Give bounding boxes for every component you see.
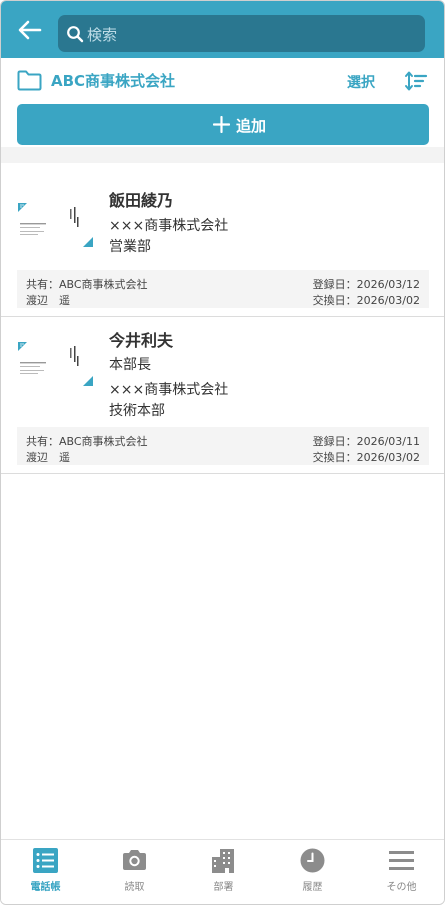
nav-label: 履歴 <box>302 882 323 893</box>
search-icon <box>67 26 84 43</box>
contact-card[interactable]: 飯田綾乃 ×××商事株式会社 営業部 共有：ABC商事株式会社 渡辺 遥 登録日… <box>1 163 444 317</box>
contact-title: 本部長 <box>109 357 151 373</box>
back-arrow-icon[interactable] <box>15 15 45 45</box>
app-frame: 検索 ABC商事株式会社 選択 追加 飯田綾乃 ×××商事株式会社 営業部 共有… <box>0 0 445 905</box>
nav-scan[interactable]: 読取 <box>90 840 179 904</box>
search-input[interactable]: 検索 <box>58 15 425 52</box>
contact-department: 営業部 <box>109 239 151 255</box>
clock-icon <box>300 848 325 873</box>
folder-row: ABC商事株式会社 選択 <box>1 58 444 102</box>
card-meta: 共有：ABC商事株式会社 渡辺 遥 登録日：2026/03/12 交換日：202… <box>17 270 429 308</box>
exchanged-date: 交換日：2026/03/02 <box>312 294 420 307</box>
contact-department: 技術本部 <box>109 403 165 419</box>
contact-company: ×××商事株式会社 <box>109 218 229 234</box>
contact-name: 飯田綾乃 <box>109 191 174 210</box>
nav-history[interactable]: 履歴 <box>268 840 357 904</box>
nav-label: 部署 <box>213 882 234 893</box>
business-card-thumbnail <box>17 340 95 388</box>
nav-label: 読取 <box>124 882 145 893</box>
shared-label: 共有：ABC商事株式会社 <box>26 278 148 291</box>
select-button[interactable]: 選択 <box>347 72 375 92</box>
section-divider <box>1 147 444 163</box>
owner-name: 渡辺 遥 <box>26 294 70 307</box>
folder-icon <box>17 70 42 91</box>
business-card-thumbnail <box>17 201 95 249</box>
phonebook-icon <box>33 848 58 873</box>
owner-name: 渡辺 遥 <box>26 451 70 464</box>
registered-date: 登録日：2026/03/12 <box>312 278 420 291</box>
menu-icon <box>389 851 414 870</box>
search-placeholder: 検索 <box>87 26 118 44</box>
contact-company: ×××商事株式会社 <box>109 382 229 398</box>
add-button[interactable]: 追加 <box>17 104 429 145</box>
building-icon <box>212 849 234 873</box>
exchanged-date: 交換日：2026/03/02 <box>312 451 420 464</box>
nav-departments[interactable]: 部署 <box>179 840 268 904</box>
top-bar: 検索 <box>1 1 444 58</box>
contact-name: 今井利夫 <box>109 331 174 350</box>
folder-name[interactable]: ABC商事株式会社 <box>51 70 175 91</box>
sort-icon[interactable] <box>404 70 428 92</box>
bottom-nav: 電話帳 読取 部署 履歴 その他 <box>1 839 444 904</box>
nav-phonebook[interactable]: 電話帳 <box>1 840 90 904</box>
add-button-label: 追加 <box>236 117 267 135</box>
nav-label: 電話帳 <box>30 882 61 893</box>
card-meta: 共有：ABC商事株式会社 渡辺 遥 登録日：2026/03/11 交換日：202… <box>17 427 429 465</box>
camera-icon <box>123 850 146 870</box>
nav-other[interactable]: その他 <box>357 840 444 904</box>
registered-date: 登録日：2026/03/11 <box>312 435 420 448</box>
contact-card[interactable]: 今井利夫 本部長 ×××商事株式会社 技術本部 共有：ABC商事株式会社 渡辺 … <box>1 318 444 474</box>
shared-label: 共有：ABC商事株式会社 <box>26 435 148 448</box>
plus-icon <box>213 116 230 133</box>
nav-label: その他 <box>386 882 417 893</box>
